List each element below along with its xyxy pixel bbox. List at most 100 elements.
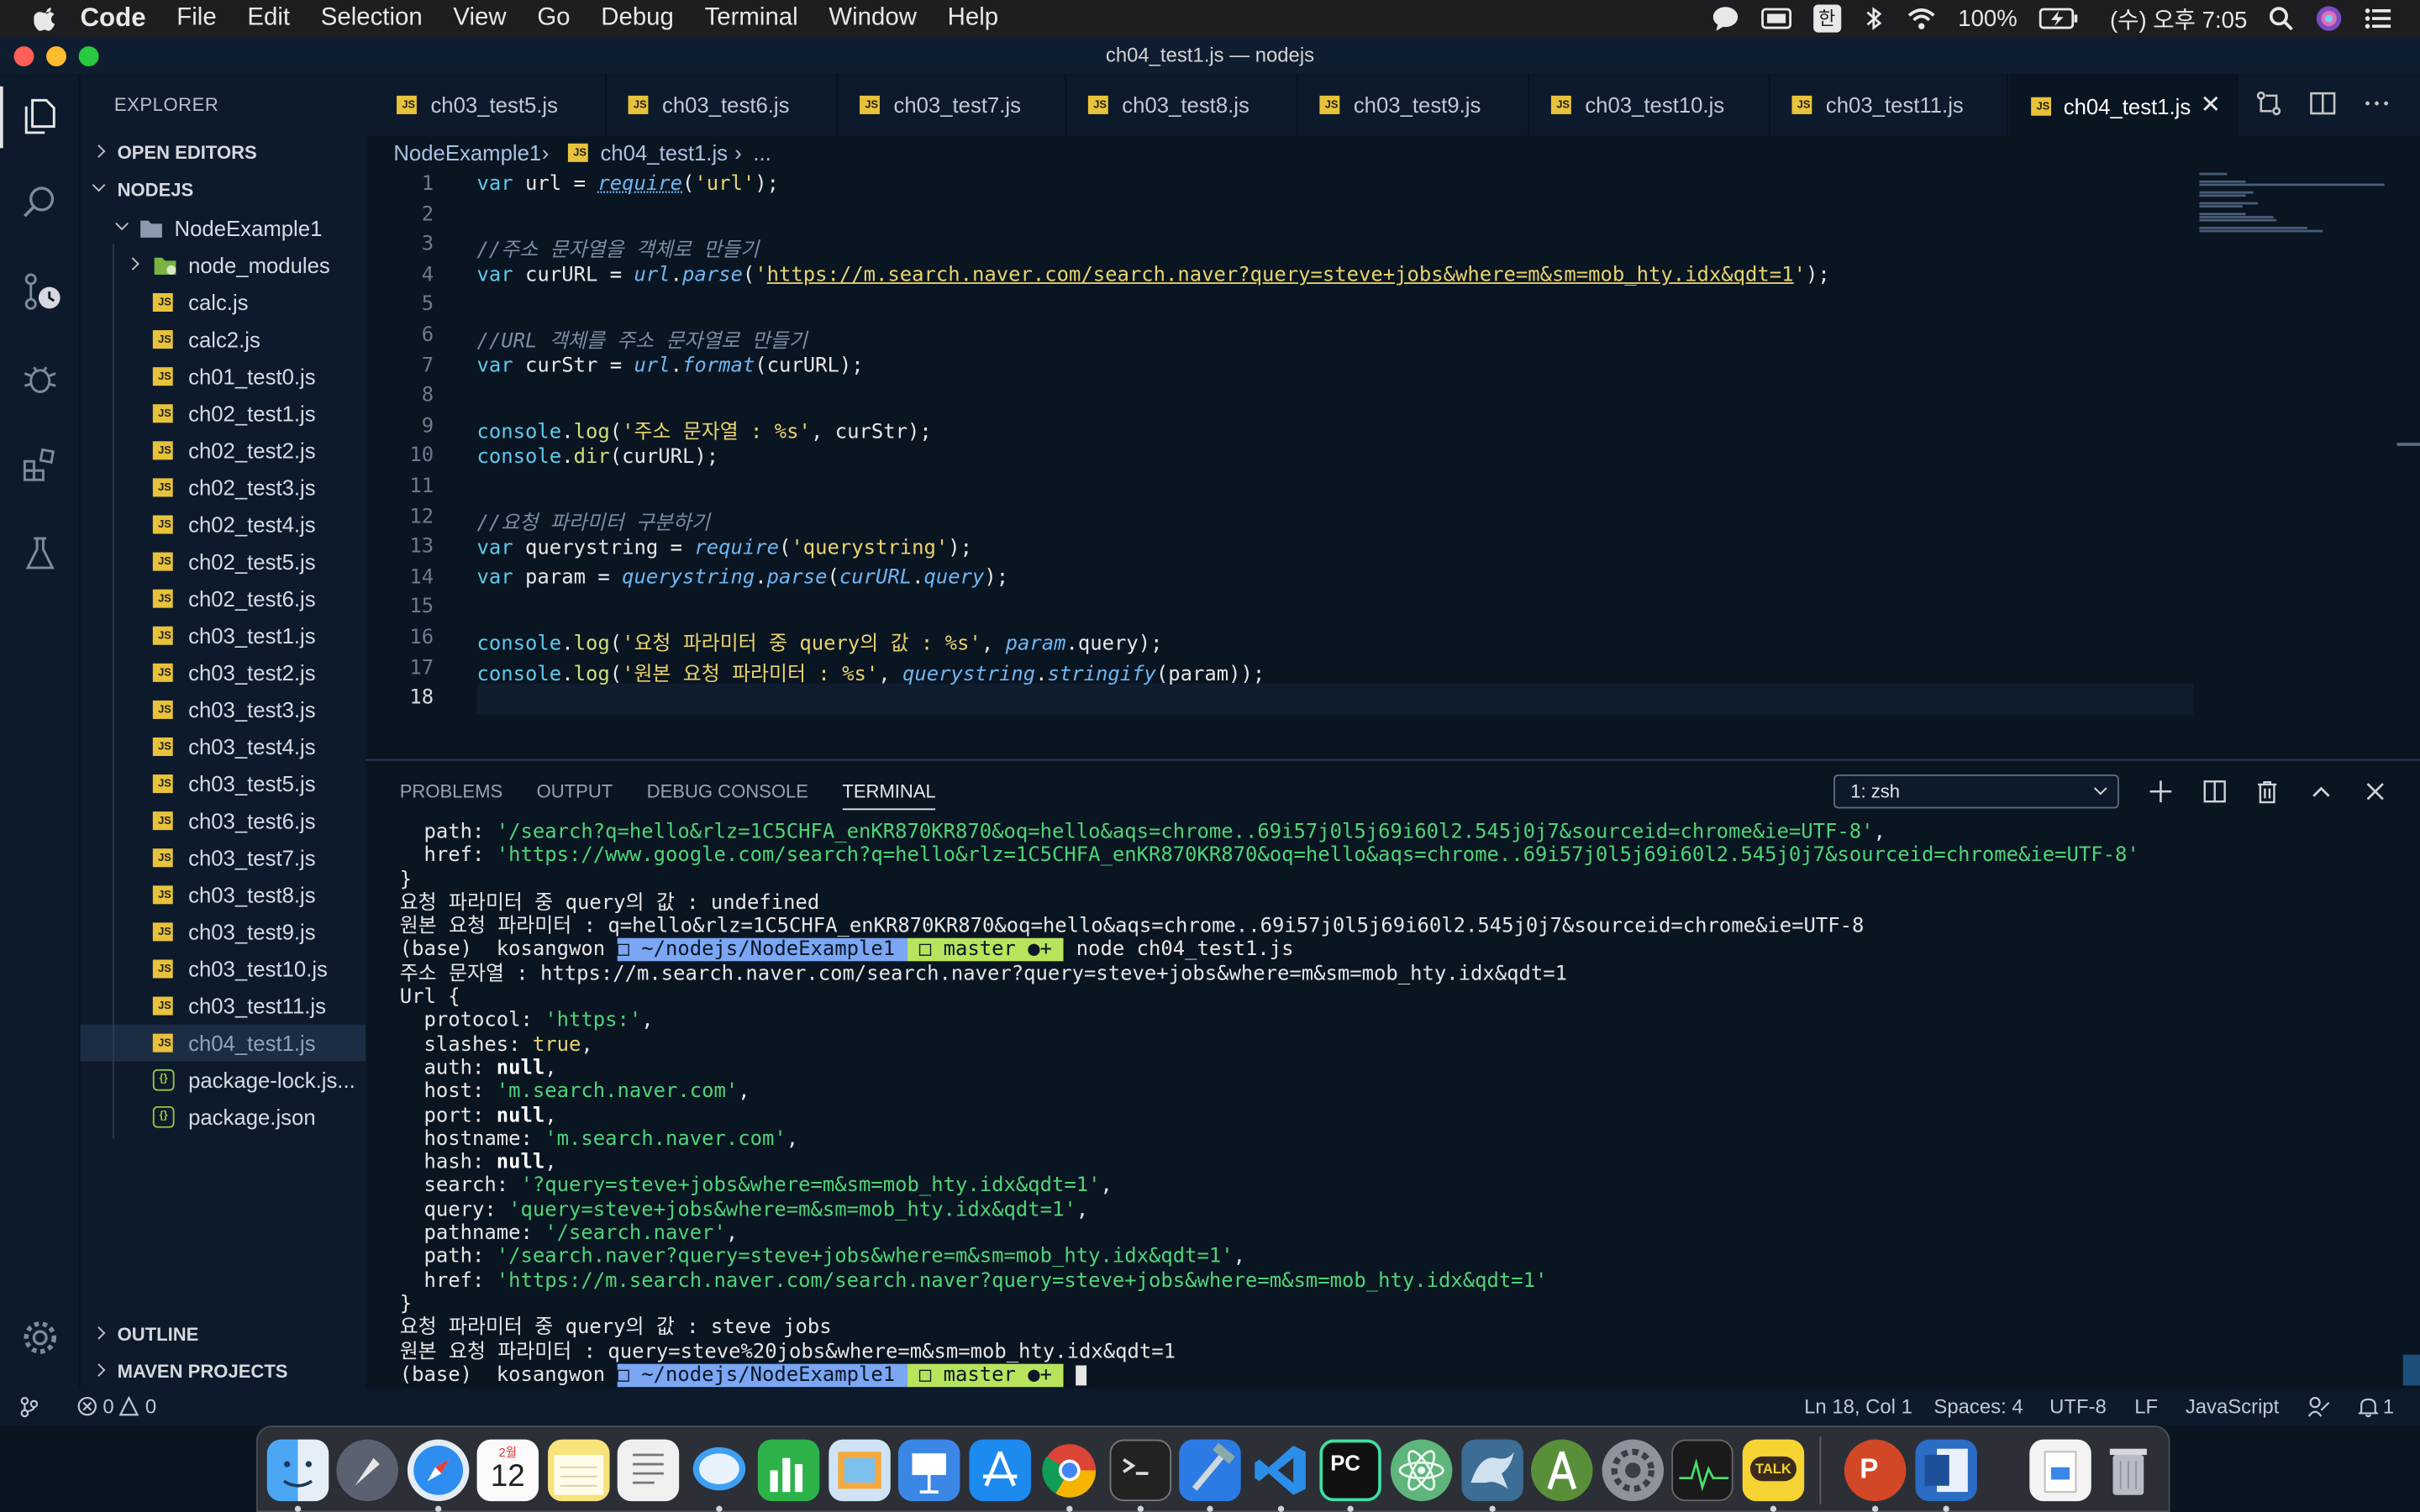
siri-icon[interactable] — [2315, 5, 2343, 33]
messages-icon[interactable] — [688, 1440, 750, 1501]
file-item[interactable]: JS ch03_test8.js — [81, 876, 366, 913]
battery-icon[interactable] — [2039, 8, 2079, 29]
file-item[interactable]: JS ch02_test5.js — [81, 543, 366, 580]
close-window-button[interactable] — [13, 46, 34, 66]
activity-monitor-icon[interactable] — [1671, 1439, 1733, 1502]
file-item[interactable]: {} package.json — [81, 1099, 366, 1136]
minimize-window-button[interactable] — [46, 46, 66, 66]
wifi-icon[interactable] — [1906, 6, 1937, 30]
tab-terminal[interactable]: TERMINAL — [842, 773, 936, 811]
powerpoint-icon[interactable]: P — [1844, 1439, 1907, 1502]
file-item[interactable]: JS ch03_test10.js — [81, 950, 366, 987]
terminal-scrollbar[interactable] — [2402, 1354, 2420, 1386]
file-item[interactable]: JS ch02_test3.js — [81, 469, 366, 506]
tab-problems[interactable]: PROBLEMS — [400, 773, 502, 810]
chrome-icon[interactable] — [1039, 1440, 1100, 1501]
menu-view[interactable]: View — [453, 5, 506, 33]
input-method-icon[interactable]: 한 — [1812, 4, 1841, 33]
preview-icon[interactable] — [829, 1439, 891, 1502]
tab-ch03-test5[interactable]: JS ch03_test5.js — [375, 74, 607, 136]
xcode-icon[interactable] — [1179, 1439, 1241, 1502]
system-preferences-icon[interactable] — [1602, 1439, 1664, 1502]
notification-center-icon[interactable] — [2365, 6, 2392, 30]
feedback-icon[interactable] — [2307, 1396, 2331, 1418]
indentation[interactable]: Spaces: 4 — [1933, 1389, 2023, 1425]
close-panel-icon[interactable] — [2363, 780, 2387, 804]
launchpad-icon[interactable] — [336, 1439, 398, 1502]
file-item[interactable]: JS ch01_test0.js — [81, 358, 366, 395]
debug-icon[interactable] — [20, 358, 60, 398]
search-icon[interactable] — [20, 182, 60, 223]
split-editor-icon[interactable] — [2309, 90, 2337, 118]
menu-edit[interactable]: Edit — [247, 5, 290, 33]
safari-icon[interactable] — [407, 1439, 470, 1502]
tab-output[interactable]: OUTPUT — [537, 773, 613, 810]
file-item[interactable]: JS ch02_test1.js — [81, 395, 366, 432]
menu-file[interactable]: File — [176, 5, 216, 33]
apple-logo-icon[interactable] — [34, 6, 58, 31]
minimap[interactable] — [2199, 170, 2385, 262]
file-item[interactable]: JS ch03_test6.js — [81, 802, 366, 839]
numbers-icon[interactable] — [757, 1439, 820, 1502]
breadcrumb-project[interactable]: NodeExample1 — [393, 136, 541, 170]
terminal-selector[interactable]: 1: zsh — [1833, 774, 2119, 809]
language-mode[interactable]: JavaScript — [2186, 1389, 2279, 1425]
word-icon[interactable] — [1915, 1439, 1977, 1502]
app-store-icon[interactable] — [969, 1439, 1031, 1502]
vscode-icon[interactable] — [1250, 1440, 1312, 1501]
mysql-workbench-icon[interactable] — [1461, 1439, 1523, 1502]
more-actions-icon[interactable] — [2363, 90, 2391, 118]
code-editor[interactable]: 1 2 3 4 5 6 7 8 9 10 11 12 13 14 15 16 17 18 var url = re… — [366, 170, 2420, 759]
menu-app-name[interactable]: Code — [81, 3, 146, 34]
atom-icon[interactable] — [1390, 1439, 1453, 1502]
messages-status-icon[interactable] — [1711, 6, 1739, 31]
maximize-panel-icon[interactable] — [2309, 780, 2333, 804]
cursor-position[interactable]: Ln 18, Col 1 — [1804, 1389, 1912, 1425]
menu-go[interactable]: Go — [537, 5, 570, 33]
open-changes-icon[interactable] — [2254, 90, 2282, 118]
kakaotalk-icon[interactable]: TALK — [1742, 1439, 1805, 1502]
workspace-section[interactable]: NODEJS — [81, 171, 366, 208]
notes-icon[interactable] — [548, 1439, 610, 1502]
clock[interactable]: (수) 오후 7:05 — [2110, 3, 2247, 35]
open-editors-section[interactable]: OPEN EDITORS — [81, 134, 366, 171]
calendar-icon[interactable]: 2월 12 — [476, 1439, 539, 1502]
trash-icon[interactable] — [2254, 780, 2279, 804]
file-item[interactable]: JS ch04_test1.js — [80, 1024, 366, 1062]
outline-section[interactable]: OUTLINE — [81, 1316, 366, 1353]
tree-folder-project[interactable]: NodeExample1 — [81, 210, 366, 247]
textedit-icon[interactable] — [617, 1439, 680, 1502]
tab-ch03-test8[interactable]: JS ch03_test8.js — [1066, 74, 1298, 136]
file-item[interactable]: JS ch02_test4.js — [81, 506, 366, 543]
spotlight-search-icon[interactable] — [2269, 6, 2293, 31]
file-item[interactable]: JS ch03_test9.js — [81, 913, 366, 950]
breadcrumb-more[interactable]: ... — [753, 136, 771, 170]
git-branch-icon[interactable] — [18, 1396, 40, 1418]
file-item[interactable]: JS calc2.js — [81, 321, 366, 358]
file-item[interactable]: JS calc.js — [81, 284, 366, 321]
tab-ch03-test11[interactable]: JS ch03_test11.js — [1770, 74, 2008, 136]
bell-icon[interactable] — [2358, 1396, 2379, 1418]
menu-window[interactable]: Window — [829, 5, 917, 33]
file-item[interactable]: JS ch03_test11.js — [81, 988, 366, 1025]
finder-icon[interactable] — [266, 1439, 329, 1502]
file-item[interactable]: {} package-lock.js... — [81, 1062, 366, 1099]
maven-projects-section[interactable]: MAVEN PROJECTS — [81, 1353, 366, 1390]
tab-ch03-test10[interactable]: JS ch03_test10.js — [1529, 74, 1770, 136]
menu-selection[interactable]: Selection — [321, 5, 423, 33]
file-item[interactable]: JS ch03_test4.js — [81, 728, 366, 765]
tree-folder-node-modules[interactable]: node_modules — [81, 247, 366, 284]
problems-counter[interactable]: 0 0 — [77, 1389, 156, 1425]
source-control-icon[interactable] — [20, 271, 60, 312]
file-item[interactable]: JS ch02_test2.js — [81, 432, 366, 469]
file-item[interactable]: JS ch03_test1.js — [81, 617, 366, 654]
bluetooth-icon[interactable] — [1862, 6, 1884, 30]
breadcrumb-file[interactable]: ch04_test1.js — [600, 136, 728, 170]
display-status-icon[interactable] — [1760, 6, 1791, 30]
file-item[interactable]: JS ch03_test2.js — [81, 654, 366, 691]
tab-debug-console[interactable]: DEBUG CONSOLE — [647, 773, 808, 810]
split-terminal-icon[interactable] — [2202, 780, 2227, 804]
terminal-output[interactable]: path: '/search?q=hello&rlz=1C5CHFA_enKR8… — [400, 821, 2139, 1387]
pycharm-icon[interactable]: PC — [1319, 1439, 1381, 1502]
menu-debug[interactable]: Debug — [601, 5, 674, 33]
